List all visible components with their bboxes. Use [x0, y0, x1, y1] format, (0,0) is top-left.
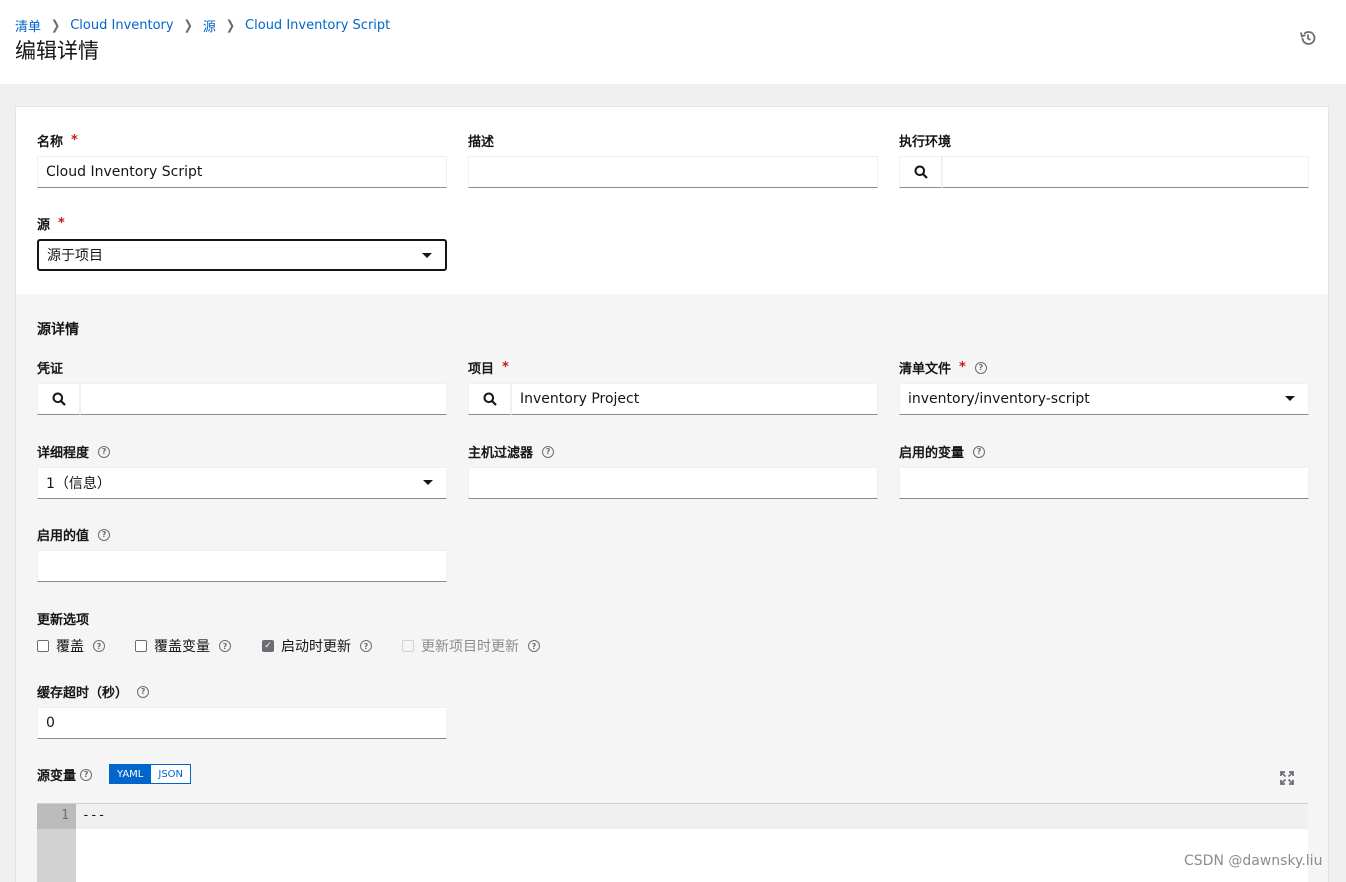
host-filter-input[interactable] — [468, 467, 878, 499]
host-filter-label: 主机过滤器? — [468, 442, 555, 461]
help-icon[interactable]: ? — [974, 361, 987, 374]
json-toggle-button[interactable]: JSON — [151, 764, 192, 784]
caret-down-icon — [1285, 396, 1295, 401]
help-icon[interactable]: ? — [93, 640, 105, 652]
verbosity-select[interactable]: 1（信息） — [37, 467, 447, 499]
name-input[interactable]: Cloud Inventory Script — [37, 156, 447, 188]
description-input[interactable] — [468, 156, 878, 188]
update-on-project-update-label: 更新项目时更新 — [421, 639, 519, 655]
project-search-button[interactable] — [468, 383, 511, 415]
page-title: 编辑详情 — [15, 39, 99, 63]
update-on-launch-checkbox[interactable]: ✓ 启动时更新 ? — [262, 636, 372, 656]
enabled-variable-input[interactable] — [899, 467, 1309, 499]
overwrite-vars-label: 覆盖变量 — [154, 639, 210, 655]
overwrite-label: 覆盖 — [56, 639, 84, 655]
source-select[interactable]: 源于项目 — [37, 239, 447, 271]
expand-icon[interactable] — [1280, 771, 1294, 785]
cache-timeout-label: 缓存超时（秒）? — [37, 682, 150, 701]
execution-env-search-button[interactable] — [899, 156, 942, 188]
inventory-file-value: inventory/inventory-script — [908, 391, 1090, 407]
search-icon — [52, 392, 66, 406]
credential-input[interactable] — [80, 383, 447, 415]
help-icon[interactable]: ? — [98, 528, 111, 541]
yaml-toggle-button[interactable]: YAML — [109, 764, 152, 784]
search-icon — [483, 392, 497, 406]
source-label: 源 * — [37, 216, 65, 233]
enabled-value-input[interactable] — [37, 550, 447, 582]
chevron-right-icon: ❯ — [51, 17, 61, 34]
inventory-file-label: 清单文件 *? — [899, 358, 987, 377]
project-input[interactable]: Inventory Project — [511, 383, 878, 415]
credential-label: 凭证 — [37, 362, 64, 377]
history-icon[interactable] — [1299, 29, 1317, 47]
checkbox-box[interactable] — [37, 640, 49, 652]
watermark: CSDN @dawnsky.liu — [1184, 853, 1323, 869]
breadcrumb: 清单 ❯ Cloud Inventory ❯ 源 ❯ Cloud Invento… — [15, 16, 390, 35]
help-icon[interactable]: ? — [973, 445, 986, 458]
help-icon[interactable]: ? — [137, 685, 150, 698]
update-on-project-update-checkbox: 更新项目时更新 ? — [402, 636, 540, 656]
chevron-right-icon: ❯ — [183, 17, 193, 34]
caret-down-icon — [422, 253, 432, 258]
breadcrumb-current[interactable]: Cloud Inventory Script — [245, 18, 390, 33]
help-icon[interactable]: ? — [528, 640, 540, 652]
inventory-file-select[interactable]: inventory/inventory-script — [899, 383, 1309, 415]
source-select-value: 源于项目 — [47, 248, 103, 264]
checkbox-box[interactable] — [135, 640, 147, 652]
search-icon — [914, 165, 928, 179]
checkbox-box — [402, 640, 414, 652]
breadcrumb-inventories[interactable]: 清单 — [15, 16, 41, 35]
editor-code[interactable]: --- — [82, 808, 105, 823]
help-icon[interactable]: ? — [542, 445, 555, 458]
help-icon[interactable]: ? — [80, 768, 93, 781]
description-label: 描述 — [468, 135, 495, 150]
breadcrumb-sources[interactable]: 源 — [203, 16, 216, 35]
update-options-label: 更新选项 — [37, 613, 90, 628]
format-toggle: YAML JSON — [109, 764, 192, 784]
page-header: 清单 ❯ Cloud Inventory ❯ 源 ❯ Cloud Invento… — [0, 0, 1346, 84]
verbosity-value: 1（信息） — [46, 476, 111, 492]
update-on-launch-label: 启动时更新 — [281, 639, 351, 655]
execution-env-input[interactable] — [942, 156, 1309, 188]
breadcrumb-cloud-inventory[interactable]: Cloud Inventory — [70, 18, 173, 33]
caret-down-icon — [423, 480, 433, 485]
cache-timeout-input[interactable]: 0 — [37, 707, 447, 739]
credential-search-button[interactable] — [37, 383, 80, 415]
overwrite-vars-checkbox[interactable]: 覆盖变量 ? — [135, 636, 231, 656]
form-card: 名称 * Cloud Inventory Script 描述 执行环境 源 * 源于… — [15, 106, 1329, 882]
chevron-right-icon: ❯ — [225, 17, 236, 34]
line-number: 1 — [61, 808, 69, 823]
verbosity-label: 详细程度? — [37, 442, 111, 461]
enabled-value-label: 启用的值? — [37, 525, 111, 544]
help-icon[interactable]: ? — [360, 640, 372, 652]
source-vars-label: 源变量? — [37, 765, 93, 784]
project-label: 项目 * — [468, 360, 509, 377]
help-icon[interactable]: ? — [98, 445, 111, 458]
help-icon[interactable]: ? — [219, 640, 231, 652]
name-label: 名称 * — [37, 133, 78, 150]
editor-active-line — [76, 804, 1308, 829]
checkbox-box[interactable]: ✓ — [262, 640, 274, 652]
execution-env-label: 执行环境 — [899, 135, 952, 150]
source-vars-editor[interactable]: 1 --- — [37, 803, 1308, 882]
overwrite-checkbox[interactable]: 覆盖 ? — [37, 636, 105, 656]
enabled-variable-label: 启用的变量? — [899, 442, 986, 461]
source-details-title: 源详情 — [37, 322, 79, 338]
